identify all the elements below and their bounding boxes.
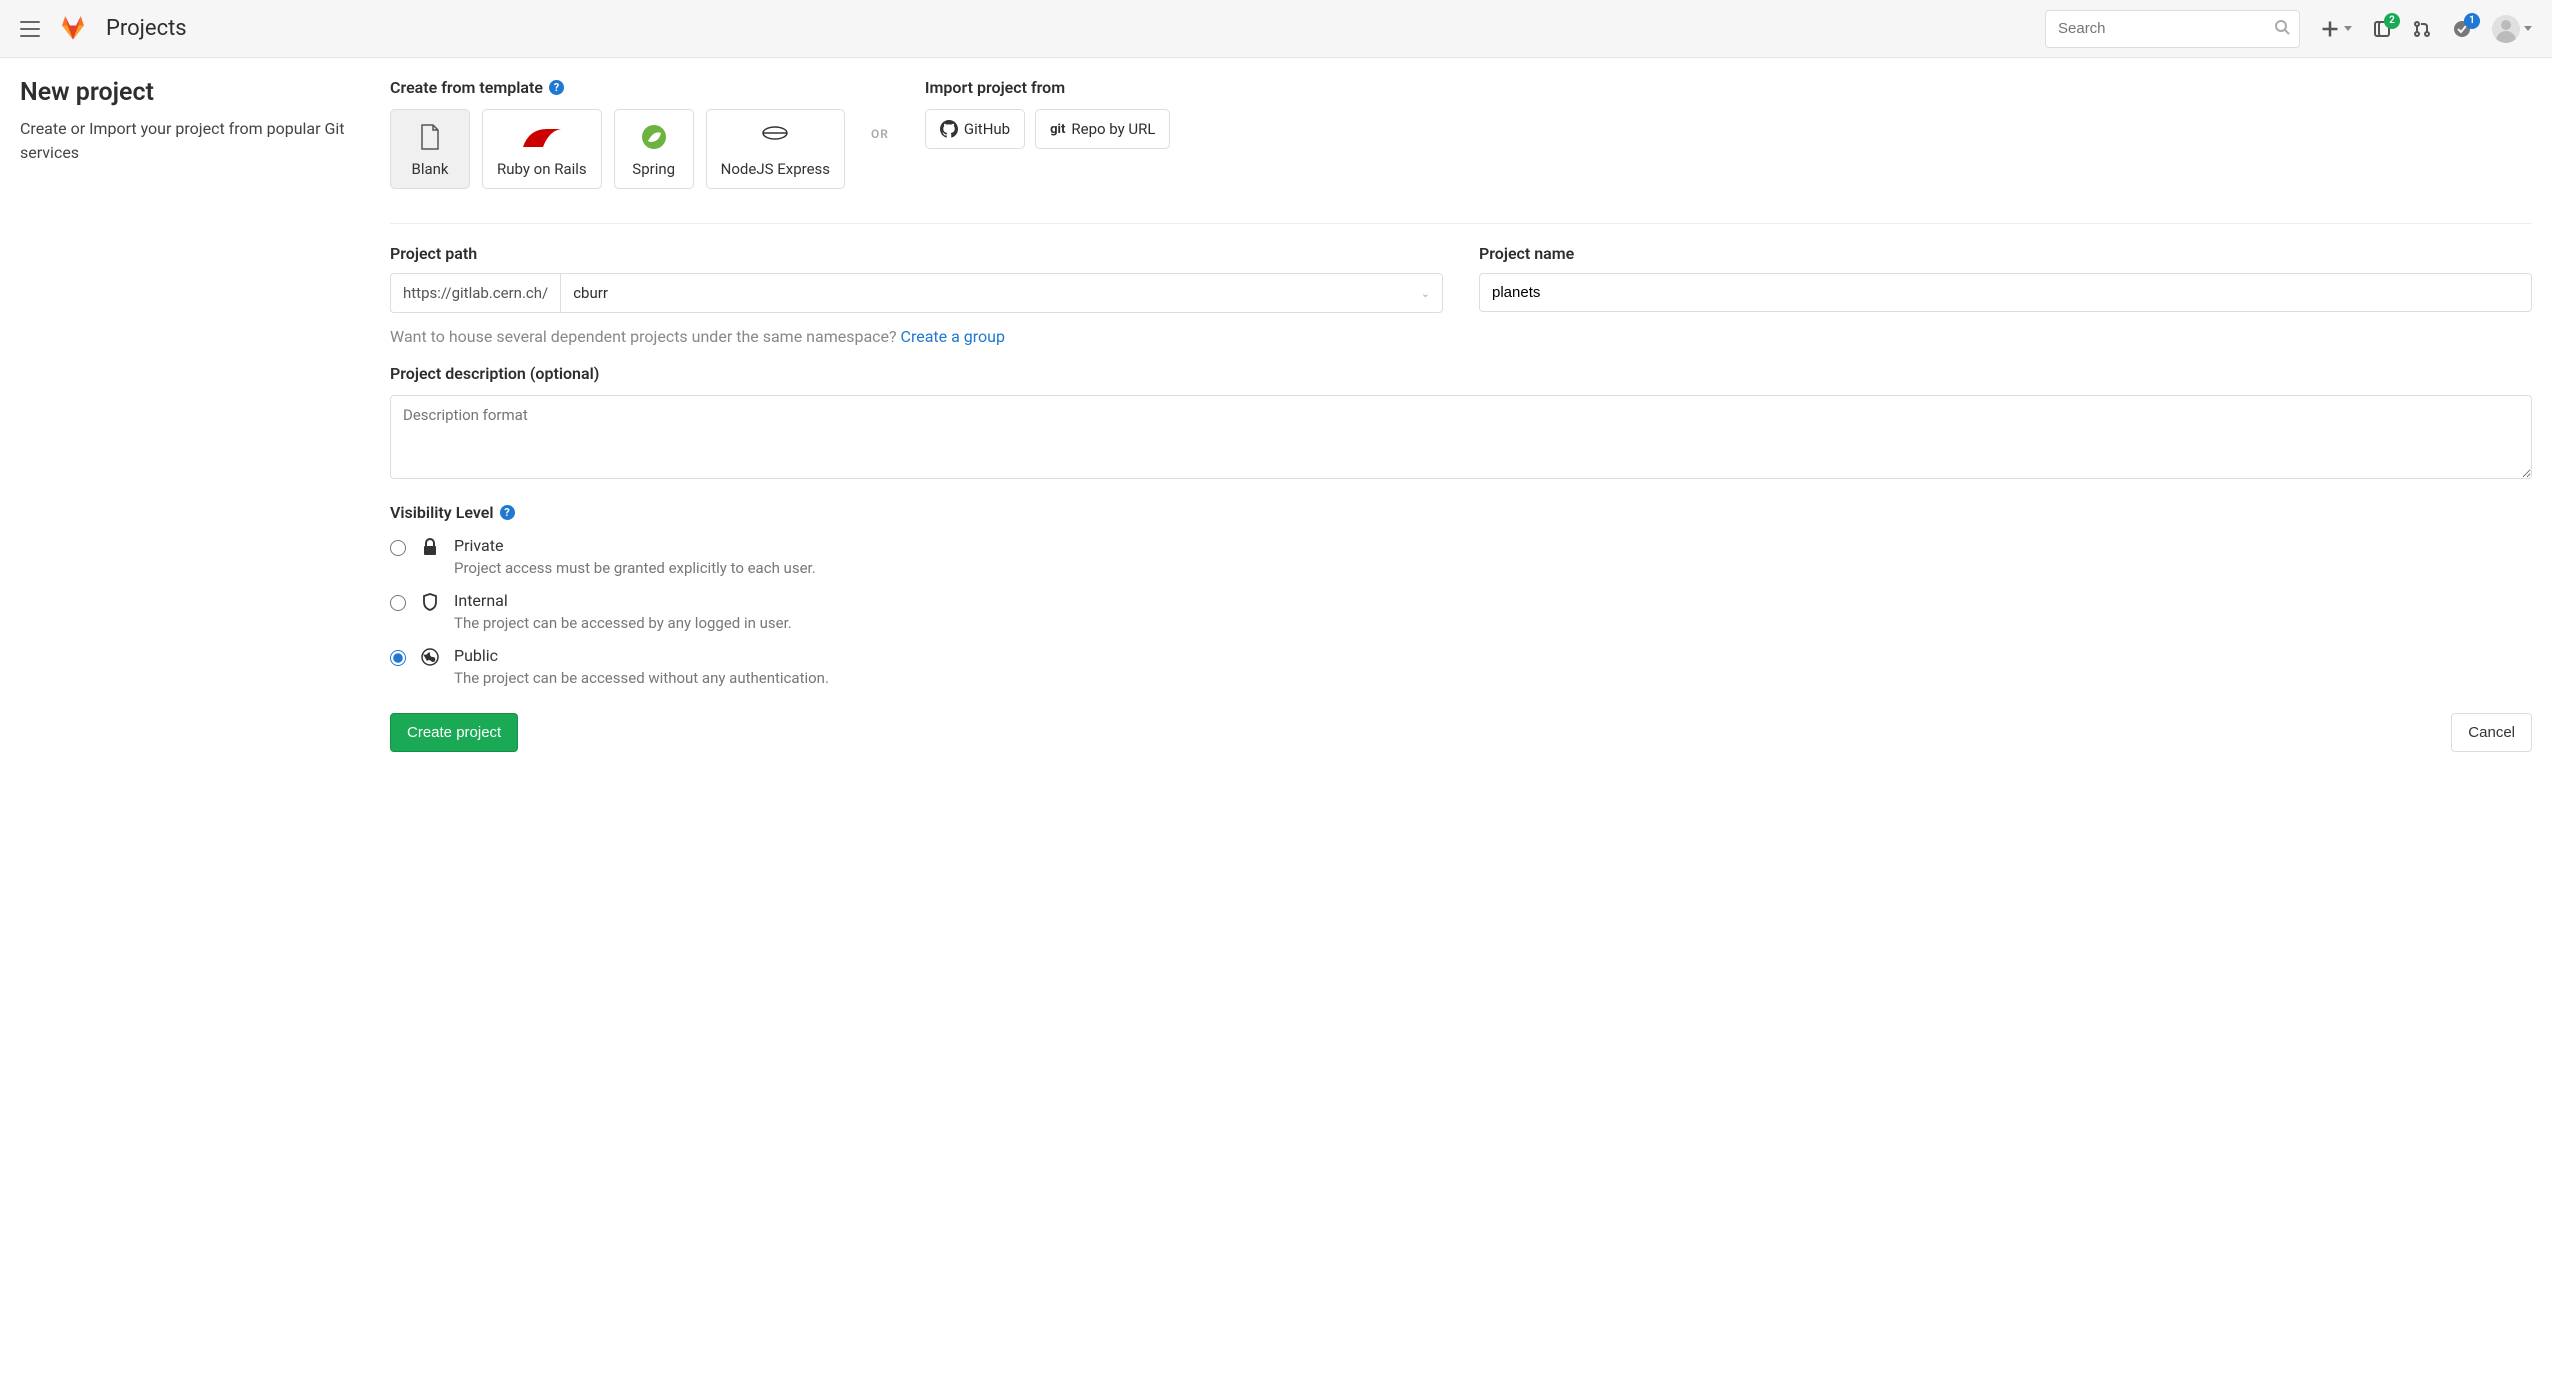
cancel-button[interactable]: Cancel [2451, 713, 2532, 752]
import-repo-url-button[interactable]: git Repo by URL [1035, 109, 1170, 149]
file-icon [405, 122, 455, 152]
project-path-prefix: https://gitlab.cern.ch/ [390, 273, 560, 313]
visibility-label: Visibility Level ? [390, 503, 2532, 522]
visibility-private[interactable]: Private Project access must be granted e… [390, 536, 2532, 577]
hamburger-menu-icon[interactable] [20, 21, 40, 37]
visibility-internal-radio[interactable] [390, 595, 406, 611]
help-icon[interactable]: ? [549, 80, 564, 95]
avatar-icon [2492, 15, 2520, 43]
project-name-label: Project name [1479, 244, 2532, 263]
todos-badge: 1 [2464, 13, 2480, 29]
project-path-label: Project path [390, 244, 1443, 263]
templates-label: Create from template ? [390, 78, 845, 97]
or-separator: OR [871, 127, 889, 141]
create-group-link[interactable]: Create a group [901, 327, 1005, 346]
template-blank[interactable]: Blank [390, 109, 470, 189]
issues-badge: 2 [2384, 13, 2400, 29]
issues-icon[interactable]: 2 [2372, 19, 2392, 39]
help-icon[interactable]: ? [500, 505, 515, 520]
merge-requests-icon[interactable] [2412, 19, 2432, 39]
globe-icon [420, 648, 440, 666]
namespace-select[interactable]: cburr ⌄ [560, 273, 1443, 313]
import-label: Import project from [925, 78, 1171, 97]
description-textarea[interactable] [390, 395, 2532, 479]
rails-icon [497, 122, 587, 152]
search-input[interactable] [2045, 10, 2300, 48]
main-content: Create from template ? Blank Ruby on Rai… [390, 78, 2532, 752]
namespace-hint: Want to house several dependent projects… [390, 327, 2532, 346]
new-dropdown[interactable] [2320, 19, 2352, 39]
visibility-public[interactable]: Public The project can be accessed witho… [390, 646, 2532, 687]
shield-icon [420, 593, 440, 611]
template-node[interactable]: NodeJS Express [706, 109, 845, 189]
lock-icon [420, 538, 440, 556]
description-label: Project description (optional) [390, 364, 2532, 383]
visibility-private-radio[interactable] [390, 540, 406, 556]
gitlab-logo-icon[interactable] [58, 13, 88, 45]
import-github-button[interactable]: GitHub [925, 109, 1025, 149]
page-title[interactable]: Projects [106, 16, 187, 41]
search-icon[interactable] [2274, 19, 2290, 39]
template-spring[interactable]: Spring [614, 109, 694, 189]
visibility-internal[interactable]: Internal The project can be accessed by … [390, 591, 2532, 632]
sidebar-heading: New project [20, 78, 370, 107]
todos-icon[interactable]: 1 [2452, 19, 2472, 39]
search-box [2045, 10, 2300, 48]
spring-icon [629, 122, 679, 152]
template-rails[interactable]: Ruby on Rails [482, 109, 602, 189]
project-name-input[interactable] [1479, 273, 2532, 312]
visibility-public-radio[interactable] [390, 650, 406, 666]
chevron-down-icon: ⌄ [1421, 287, 1430, 300]
user-menu[interactable] [2492, 15, 2532, 43]
git-icon: git [1050, 122, 1065, 137]
app-header: Projects 2 1 [0, 0, 2552, 58]
node-icon [721, 122, 830, 152]
create-project-button[interactable]: Create project [390, 713, 518, 752]
github-icon [940, 120, 958, 138]
sidebar-subtext: Create or Import your project from popul… [20, 117, 370, 165]
sidebar: New project Create or Import your projec… [20, 78, 390, 752]
